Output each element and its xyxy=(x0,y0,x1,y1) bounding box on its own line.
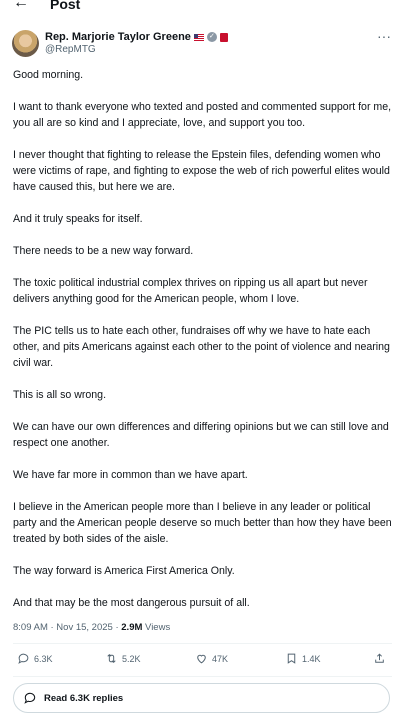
us-flag-icon xyxy=(193,33,204,41)
action-bar: 6.3K 5.2K 47K 1.4K xyxy=(15,652,390,670)
divider xyxy=(13,676,392,677)
government-badge-icon[interactable] xyxy=(219,32,228,42)
author-name[interactable]: Rep. Marjorie Taylor Greene xyxy=(45,31,191,43)
views-count: 2.9M xyxy=(121,622,143,633)
post-timestamp[interactable]: 8:09 AM · Nov 15, 2025 · xyxy=(13,622,121,633)
post-author: Rep. Marjorie Taylor Greene ✓ @RepMTG ··… xyxy=(12,28,393,60)
top-bar: ← Post xyxy=(0,0,405,14)
reply-icon xyxy=(24,692,36,704)
reply-count: 6.3K xyxy=(34,653,53,664)
page-title: Post xyxy=(50,0,81,12)
divider xyxy=(13,643,392,644)
share-icon xyxy=(375,653,384,663)
post-paragraph: There needs to be a new way forward. xyxy=(13,245,194,257)
post-paragraph: The way forward is America First America… xyxy=(13,565,235,577)
post-paragraph: We have far more in common than we have … xyxy=(13,469,248,481)
repost-icon xyxy=(107,654,116,663)
post-paragraph: Good morning. xyxy=(13,69,84,81)
more-options-icon[interactable]: ··· xyxy=(377,28,391,44)
post-paragraph: We can have our own differences and diff… xyxy=(13,421,389,449)
post-paragraph: I want to thank everyone who texted and … xyxy=(13,101,392,129)
repost-count: 5.2K xyxy=(122,653,141,664)
share-button[interactable] xyxy=(373,652,386,665)
post-paragraph: And it truly speaks for itself. xyxy=(13,213,143,225)
post-paragraph: I believe in the American people more th… xyxy=(13,501,392,545)
post-text: Good morning. I want to thank everyone w… xyxy=(13,67,395,627)
bookmark-button[interactable]: 1.4K xyxy=(285,652,321,665)
like-button[interactable]: 47K xyxy=(195,652,228,665)
verified-badge-icon[interactable]: ✓ xyxy=(206,32,217,42)
bookmark-count: 1.4K xyxy=(302,653,321,664)
avatar[interactable] xyxy=(12,30,39,57)
author-handle[interactable]: @RepMTG xyxy=(45,44,96,55)
bookmark-icon xyxy=(287,653,296,664)
post-paragraph: This is all so wrong. xyxy=(13,389,107,401)
views-label: Views xyxy=(142,622,171,633)
reply-icon xyxy=(18,653,29,664)
post-paragraph: I never thought that fighting to release… xyxy=(13,149,390,193)
post-metadata: 8:09 AM · Nov 15, 2025 · 2.9M Views xyxy=(13,622,170,633)
like-count: 47K xyxy=(212,653,229,664)
reply-button[interactable]: 6.3K xyxy=(17,652,53,665)
read-replies-label: Read 6.3K replies xyxy=(44,692,124,704)
read-replies-button[interactable]: Read 6.3K replies xyxy=(13,683,390,713)
post-paragraph: And that may be the most dangerous pursu… xyxy=(13,597,250,609)
post-paragraph: The toxic political industrial complex t… xyxy=(13,277,368,305)
repost-button[interactable]: 5.2K xyxy=(105,652,141,665)
heart-icon xyxy=(197,654,206,664)
post-paragraph: The PIC tells us to hate each other, fun… xyxy=(13,325,390,369)
author-name-row: Rep. Marjorie Taylor Greene ✓ xyxy=(45,31,228,43)
back-arrow-icon[interactable]: ← xyxy=(13,0,29,12)
